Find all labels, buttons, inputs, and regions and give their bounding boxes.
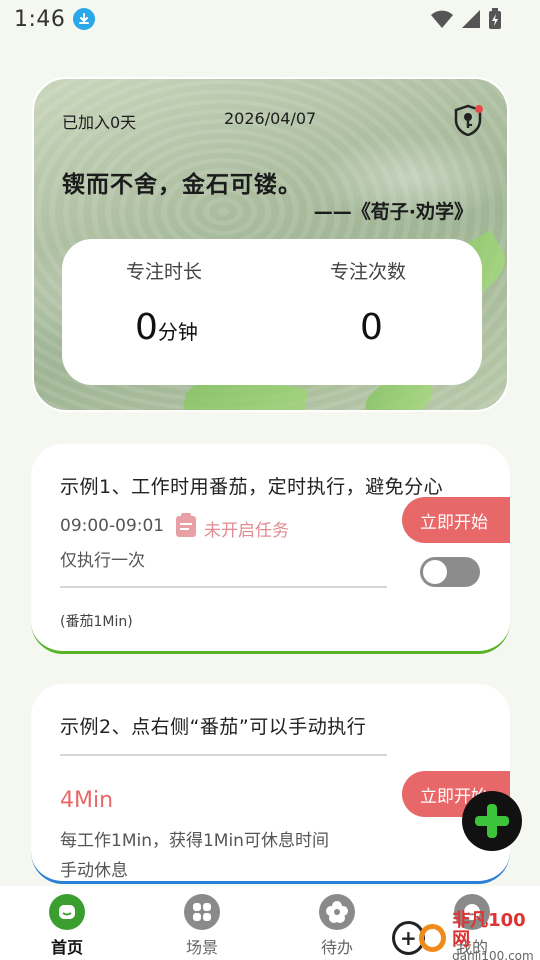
divider <box>60 754 387 756</box>
status-icons <box>430 8 502 30</box>
home-icon <box>49 894 85 930</box>
task-repeat: 仅执行一次 <box>60 551 145 571</box>
watermark-ring-icon <box>418 923 447 952</box>
motto-quote: 锲而不舍，金石可镂。 <box>62 172 302 198</box>
focus-count-label: 专注次数 <box>330 261 407 283</box>
signal-icon <box>462 10 480 28</box>
current-date: 2026/04/07 <box>224 109 317 128</box>
hero-card: 已加入0天 2026/04/07 锲而不舍，金石可镂。 ——《荀子·劝学》 专注… <box>32 77 509 412</box>
status-bar: 1:46 <box>0 0 540 38</box>
nav-todo[interactable]: 待办 <box>297 894 377 958</box>
nav-home[interactable]: 首页 <box>27 894 107 958</box>
task-note: (番茄1Min) <box>60 614 133 630</box>
task-time-range: 09:00-09:01 <box>60 516 165 536</box>
start-now-button[interactable]: 立即开始 <box>402 497 510 543</box>
duration-unit: 分钟 <box>157 320 198 344</box>
watermark-url: danji100.com <box>452 949 534 960</box>
nav-scenes[interactable]: 场景 <box>162 894 242 958</box>
clipboard-icon <box>176 513 196 537</box>
flower-icon <box>319 894 355 930</box>
watermark-name: 非凡100网 <box>452 910 526 951</box>
focus-stats: 专注时长 专注次数 0分钟 0 <box>62 239 482 385</box>
task-status: 未开启任务 <box>204 521 289 541</box>
duration-number: 0 <box>135 307 158 348</box>
focus-count-value: 0 <box>360 307 383 348</box>
focus-duration-value: 0分钟 <box>135 307 198 348</box>
grid-icon <box>184 894 220 930</box>
nav-label: 首页 <box>50 938 83 957</box>
watermark-text: 非凡100网 danji100.com <box>452 910 540 960</box>
divider <box>60 586 387 588</box>
task-minutes: 4Min <box>60 788 114 813</box>
battery-icon <box>489 8 501 29</box>
wifi-icon <box>431 10 453 28</box>
task-title: 示例2、点右侧“番茄”可以手动执行 <box>60 716 367 738</box>
nav-label: 待办 <box>320 938 353 957</box>
plus-icon <box>475 804 509 838</box>
nav-label: 场景 <box>185 938 218 957</box>
add-task-button[interactable] <box>462 791 522 851</box>
motto-source: ——《荀子·劝学》 <box>313 201 473 223</box>
task-enable-toggle[interactable] <box>420 557 480 587</box>
task-card[interactable]: 示例1、工作时用番茄，定时执行，避免分心 09:00-09:01 未开启任务 仅… <box>31 444 510 654</box>
status-time: 1:46 <box>14 6 66 32</box>
task-card[interactable]: 示例2、点右侧“番茄”可以手动执行 4Min 每工作1Min，获得1Min可休息… <box>31 684 510 884</box>
notification-dot <box>475 105 483 113</box>
watermark-logo: + 非凡100网 danji100.com <box>392 910 540 960</box>
focus-duration-label: 专注时长 <box>126 261 203 283</box>
joined-days: 已加入0天 <box>62 113 137 132</box>
task-rest-mode: 手动休息 <box>60 861 128 881</box>
toggle-knob <box>423 560 447 584</box>
download-icon <box>73 8 96 30</box>
task-title: 示例1、工作时用番茄，定时执行，避免分心 <box>60 476 444 498</box>
task-description: 每工作1Min，获得1Min可休息时间 <box>60 831 329 851</box>
